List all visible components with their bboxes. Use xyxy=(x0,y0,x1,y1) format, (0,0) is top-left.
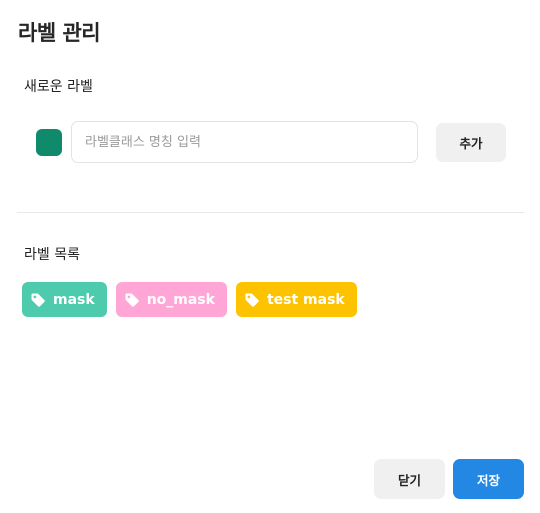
label-chip[interactable]: no_mask xyxy=(115,282,227,317)
add-label-button[interactable]: 추가 xyxy=(436,123,506,162)
dialog-title: 라벨 관리 xyxy=(18,21,101,45)
tag-icon xyxy=(124,292,140,308)
section-divider xyxy=(17,212,524,213)
label-chip-name: test mask xyxy=(266,291,345,308)
label-list: mask no_mask test mask xyxy=(22,282,357,317)
label-chip[interactable]: test mask xyxy=(235,282,357,317)
label-list-section-title: 라벨 목록 xyxy=(24,247,80,263)
save-button[interactable]: 저장 xyxy=(453,459,524,499)
label-name-input[interactable] xyxy=(71,121,418,163)
new-label-section-title: 새로운 라벨 xyxy=(24,79,93,95)
close-button[interactable]: 닫기 xyxy=(374,459,445,499)
label-chip[interactable]: mask xyxy=(22,282,107,317)
tag-icon xyxy=(30,292,46,308)
label-chip-name: mask xyxy=(53,291,95,308)
label-chip-name: no_mask xyxy=(146,291,215,308)
tag-icon xyxy=(244,292,260,308)
label-color-picker[interactable] xyxy=(36,129,62,156)
